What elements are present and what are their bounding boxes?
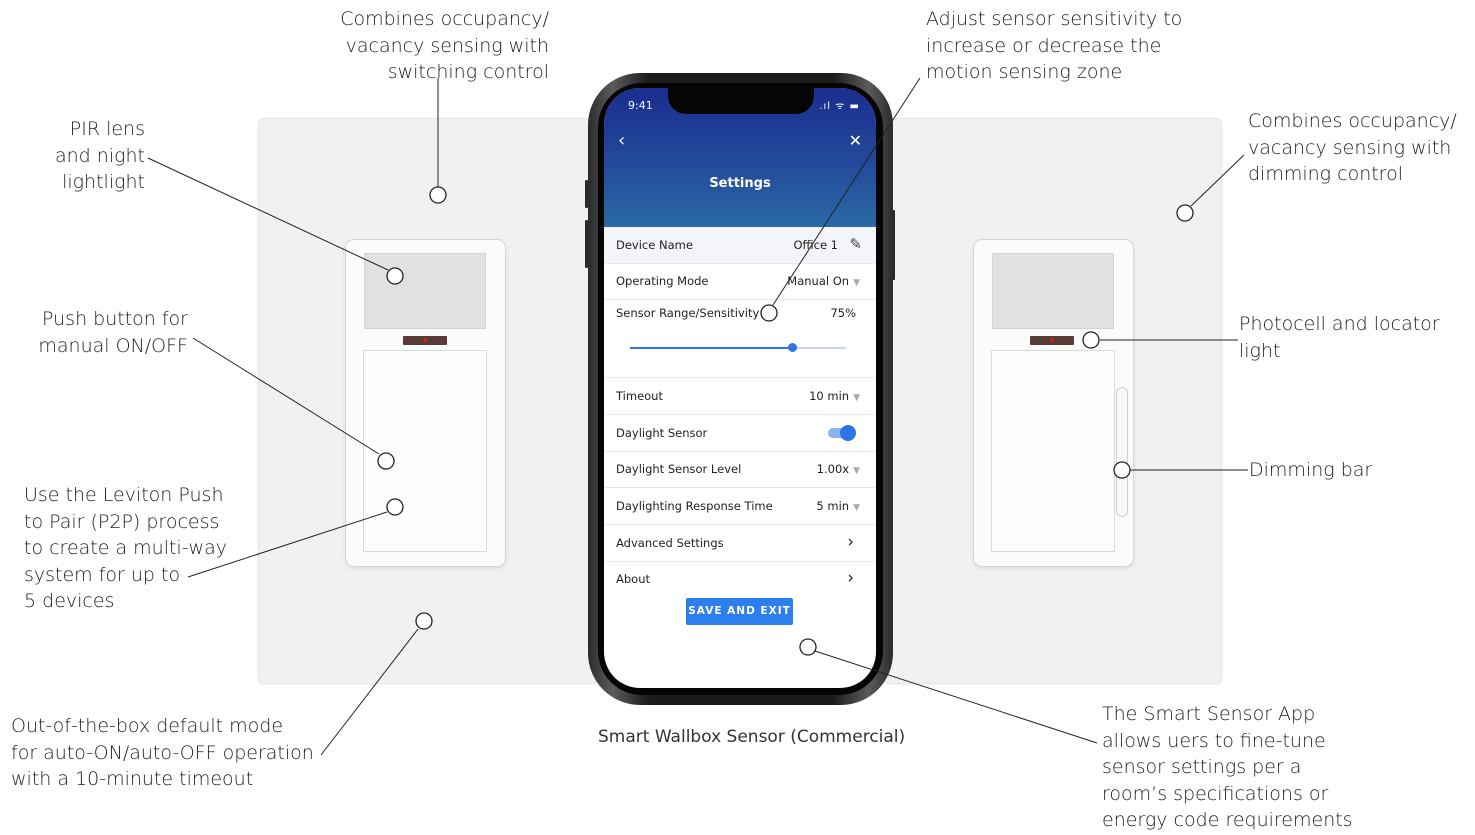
callout-sensitivity: Adjust sensor sensitivity to increase or… xyxy=(926,8,1183,83)
save-and-exit-button[interactable]: SAVE AND EXIT xyxy=(686,598,793,625)
about-label: About xyxy=(616,572,651,586)
row-about[interactable]: About › xyxy=(604,561,876,597)
app-screen: 9:41 .ıl ᯤ ▬ ‹ ✕ Settings Device Name Of… xyxy=(604,88,876,688)
operating-mode-label: Operating Mode xyxy=(616,274,709,288)
push-button-face[interactable] xyxy=(363,350,487,552)
callout-smart-sensor-app: The Smart Sensor App allows uers to fine… xyxy=(1102,703,1353,831)
timeout-value: 10 min xyxy=(809,389,850,403)
dimming-bar[interactable] xyxy=(1116,387,1128,517)
phone-notch xyxy=(668,88,814,114)
push-button-face-right[interactable] xyxy=(991,350,1115,552)
callout-dimming-control: Combines occupancy/ vacancy sensing with… xyxy=(1248,110,1457,185)
locator-led xyxy=(423,338,427,342)
row-timeout[interactable]: Timeout 10 min ▼ xyxy=(604,378,876,415)
row-advanced-settings[interactable]: Advanced Settings › xyxy=(604,525,876,562)
device-name-value: Office 1 xyxy=(793,238,838,252)
dropdown-caret-icon: ▼ xyxy=(853,278,860,288)
operating-mode-value: Manual On xyxy=(787,274,850,288)
toggle-knob xyxy=(840,425,856,441)
sensor-range-label: Sensor Range/Sensitivity xyxy=(616,306,760,320)
callout-push-to-pair: Use the Leviton Push to Pair (P2P) proce… xyxy=(24,484,227,612)
daylight-level-value: 1.00x xyxy=(816,462,850,476)
sensor-range-value: 75% xyxy=(830,306,856,320)
callout-switching-control: Combines occupancy/ vacancy sensing with… xyxy=(340,8,549,83)
row-device-name[interactable]: Device Name Office 1 ✎ xyxy=(604,227,876,264)
daylight-level-label: Daylight Sensor Level xyxy=(616,462,742,476)
dimming-sensor-device xyxy=(974,240,1133,566)
dropdown-caret-icon: ▼ xyxy=(853,503,860,513)
close-icon[interactable]: ✕ xyxy=(849,131,862,150)
photocell-led xyxy=(1050,338,1054,342)
callout-push-button: Push button for manual ON/OFF xyxy=(38,308,188,357)
sensitivity-slider-fill xyxy=(630,347,792,349)
callout-default-mode: Out-of-the-box default mode for auto-ON/… xyxy=(11,715,314,790)
callout-pir-lens: PIR lens and night lightlight xyxy=(55,118,145,193)
advanced-settings-label: Advanced Settings xyxy=(616,536,724,550)
photocell-strip xyxy=(1030,336,1074,345)
chevron-right-icon: › xyxy=(847,532,854,552)
row-operating-mode[interactable]: Operating Mode Manual On ▼ xyxy=(604,263,876,300)
callout-photocell: Photocell and locator light xyxy=(1239,313,1440,362)
status-time: 9:41 xyxy=(628,99,653,112)
sensitivity-slider-knob[interactable] xyxy=(787,343,797,352)
dropdown-caret-icon: ▼ xyxy=(853,393,860,403)
switching-sensor-device xyxy=(346,240,505,566)
status-icons: .ıl ᯤ ▬ xyxy=(819,101,860,112)
row-daylight-response[interactable]: Daylighting Response Time 5 min ▼ xyxy=(604,488,876,525)
pir-lens-right xyxy=(992,253,1114,329)
daylight-response-label: Daylighting Response Time xyxy=(616,499,773,513)
daylight-sensor-label: Daylight Sensor xyxy=(616,426,708,440)
row-daylight-sensor[interactable]: Daylight Sensor xyxy=(604,415,876,452)
daylight-sensor-toggle[interactable] xyxy=(828,425,856,441)
daylight-response-value: 5 min xyxy=(816,499,850,513)
page-title: Settings xyxy=(709,176,771,191)
callout-dimming-bar: Dimming bar xyxy=(1249,459,1373,481)
night-light-strip xyxy=(403,336,447,345)
back-icon[interactable]: ‹ xyxy=(618,130,625,151)
timeout-label: Timeout xyxy=(616,389,663,403)
dropdown-caret-icon: ▼ xyxy=(853,466,860,476)
pir-lens xyxy=(364,253,486,329)
row-daylight-level[interactable]: Daylight Sensor Level 1.00x ▼ xyxy=(604,451,876,488)
device-name-label: Device Name xyxy=(616,238,693,252)
pencil-icon[interactable]: ✎ xyxy=(849,235,862,253)
row-sensor-range[interactable]: Sensor Range/Sensitivity 75% xyxy=(604,299,876,378)
product-caption: Smart Wallbox Sensor (Commercial) xyxy=(598,727,906,747)
chevron-right-icon: › xyxy=(847,568,854,588)
